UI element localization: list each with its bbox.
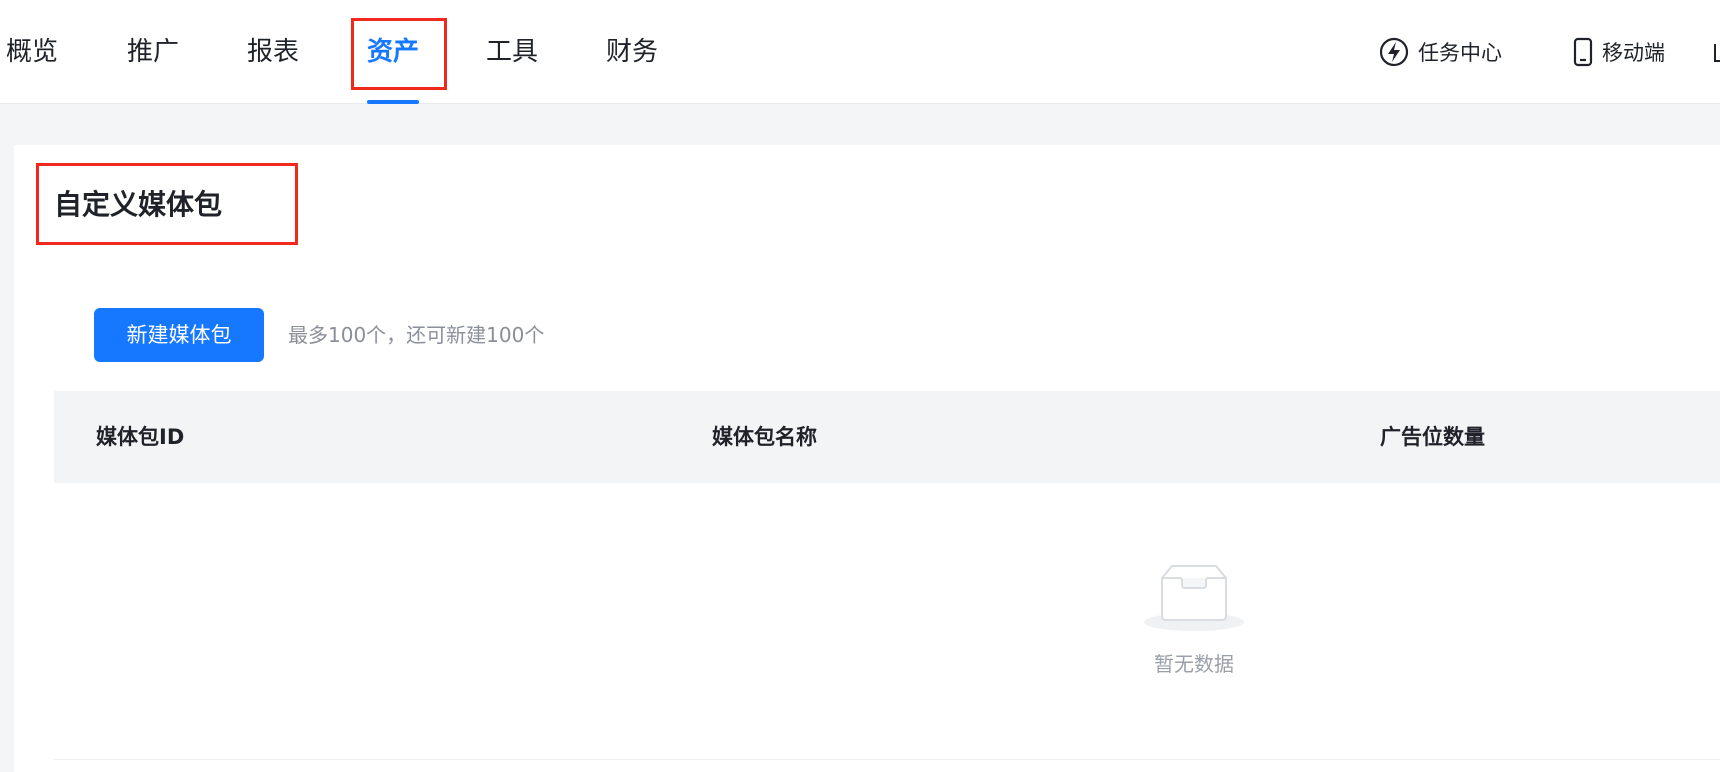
- create-quota-hint: 最多100个，还可新建100个: [288, 323, 545, 347]
- cutoff-nav-icon: [1714, 44, 1720, 62]
- column-header-id[interactable]: 媒体包ID: [96, 391, 184, 483]
- tab-assets[interactable]: 资产: [367, 32, 420, 104]
- mobile-label: 移动端: [1602, 41, 1665, 65]
- empty-inbox-icon: [1144, 565, 1244, 631]
- create-media-package-button[interactable]: 新建媒体包: [94, 308, 264, 362]
- task-center-label: 任务中心: [1418, 41, 1502, 65]
- empty-state-text: 暂无数据: [1154, 652, 1234, 676]
- tab-tools[interactable]: 工具: [486, 32, 538, 72]
- tab-reports[interactable]: 报表: [247, 32, 299, 72]
- task-center-link[interactable]: 任务中心: [1378, 32, 1502, 72]
- active-tab-indicator: [367, 100, 420, 104]
- tab-overview[interactable]: 概览: [6, 32, 58, 72]
- tab-promotion[interactable]: 推广: [127, 32, 179, 72]
- top-nav-bar: 概览 推广 报表 资产 工具 财务 任务中心 移动端: [0, 0, 1720, 104]
- table-header: 媒体包ID 媒体包名称 广告位数量: [54, 391, 1720, 483]
- tab-assets-label: 资产: [367, 37, 420, 67]
- column-header-slot-count[interactable]: 广告位数量: [1380, 391, 1485, 483]
- mobile-link[interactable]: 移动端: [1572, 32, 1665, 72]
- empty-state: 暂无数据: [1094, 560, 1294, 690]
- table-divider: [54, 759, 1720, 760]
- page-title: 自定义媒体包: [54, 188, 223, 221]
- column-header-name[interactable]: 媒体包名称: [712, 391, 817, 483]
- mobile-phone-icon: [1573, 37, 1593, 67]
- tab-finance[interactable]: 财务: [606, 32, 658, 72]
- lightning-icon: [1379, 37, 1409, 67]
- media-package-card: 自定义媒体包 新建媒体包 最多100个，还可新建100个 媒体包ID 媒体包名称…: [14, 145, 1720, 772]
